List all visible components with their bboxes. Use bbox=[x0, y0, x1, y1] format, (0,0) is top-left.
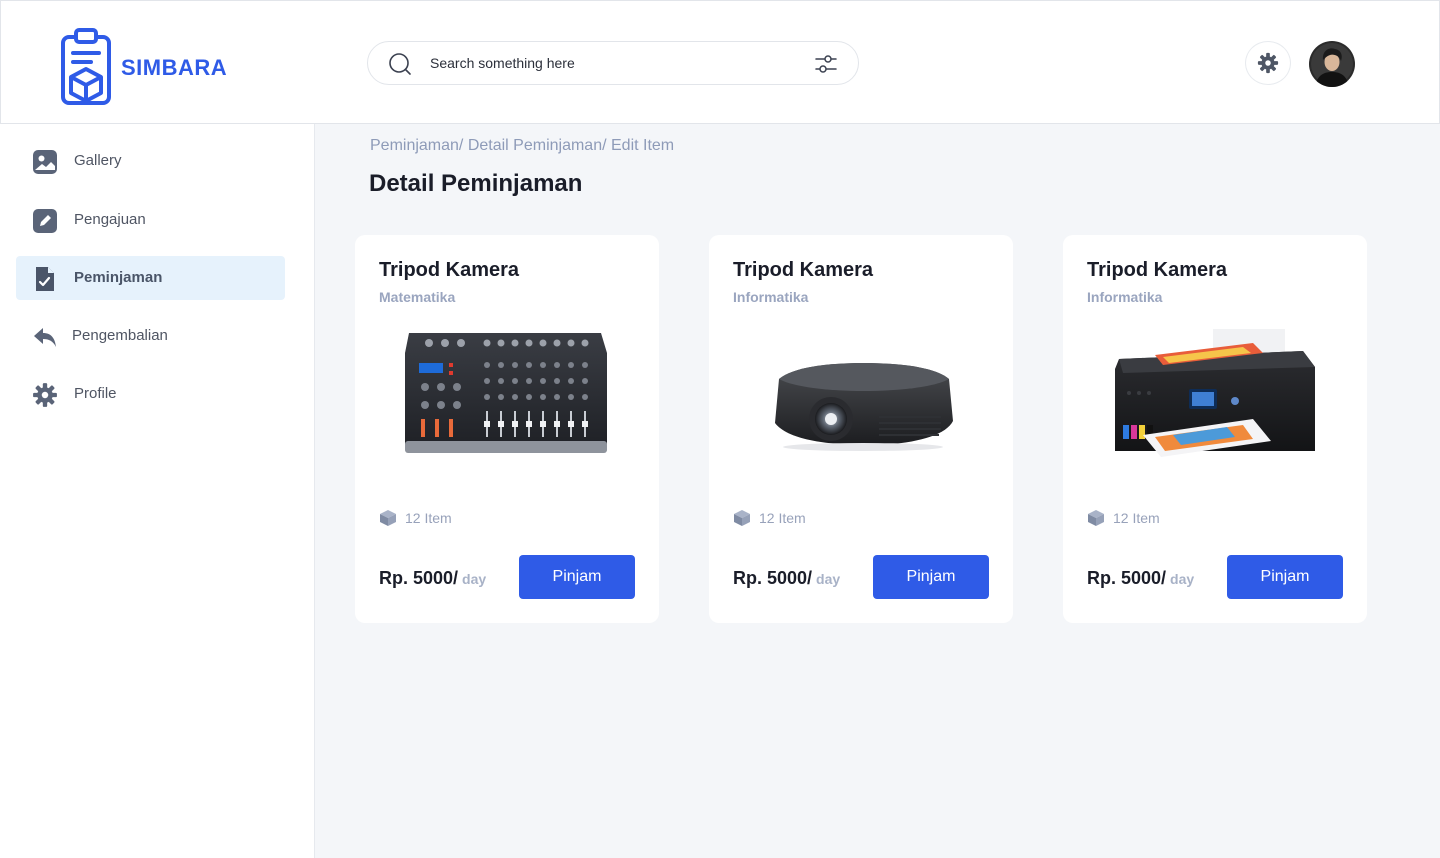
sidebar-item-label: Pengajuan bbox=[74, 211, 146, 228]
clipboard-box-logo-icon bbox=[61, 28, 111, 105]
price: Rp. 5000/day bbox=[733, 568, 840, 589]
sidebar-item-label: Peminjaman bbox=[74, 269, 163, 286]
price: Rp. 5000/day bbox=[1087, 568, 1194, 589]
user-photo-icon bbox=[1309, 41, 1355, 87]
top-header: SIMBARA bbox=[0, 0, 1440, 124]
box-icon bbox=[734, 510, 750, 526]
item-title: Tripod Kamera bbox=[1087, 259, 1228, 281]
price-unit: day bbox=[816, 571, 841, 587]
reply-icon bbox=[34, 328, 56, 347]
stock-label: 12 Item bbox=[405, 510, 452, 526]
item-card: Tripod Kamera Informatika 12 Item Rp. 50… bbox=[709, 235, 1013, 623]
sidebar-item-pengembalian[interactable]: Pengembalian bbox=[16, 314, 285, 358]
sidebar-item-label: Pengembalian bbox=[72, 327, 168, 344]
projector-image bbox=[775, 363, 953, 451]
gear-icon bbox=[33, 383, 57, 407]
sidebar: Gallery Pengajuan Peminjaman Pengembalia… bbox=[0, 124, 315, 858]
item-category: Informatika bbox=[733, 289, 809, 305]
sidebar-item-gallery[interactable]: Gallery bbox=[16, 139, 285, 183]
price-value: Rp. 5000/ bbox=[733, 568, 813, 588]
sidebar-item-peminjaman[interactable]: Peminjaman bbox=[16, 256, 285, 300]
price-unit: day bbox=[462, 571, 487, 587]
breadcrumb[interactable]: Peminjaman/ Detail Peminjaman/ Edit Item bbox=[370, 137, 674, 155]
user-avatar[interactable] bbox=[1309, 41, 1355, 87]
image-icon bbox=[33, 150, 57, 174]
sidebar-item-label: Profile bbox=[74, 385, 117, 402]
search-icon bbox=[389, 53, 411, 75]
item-category: Informatika bbox=[1087, 289, 1163, 305]
price: Rp. 5000/day bbox=[379, 568, 486, 589]
edit-icon bbox=[33, 209, 57, 233]
price-value: Rp. 5000/ bbox=[1087, 568, 1167, 588]
pinjam-button[interactable]: Pinjam bbox=[519, 555, 635, 599]
sidebar-item-profile[interactable]: Profile bbox=[16, 372, 285, 416]
printer-image bbox=[1115, 329, 1315, 457]
item-card: Tripod Kamera Informatika 12 Item Rp. 50… bbox=[1063, 235, 1367, 623]
pinjam-button[interactable]: Pinjam bbox=[1227, 555, 1343, 599]
stock-info: 12 Item bbox=[379, 509, 452, 527]
stock-info: 12 Item bbox=[733, 509, 806, 527]
box-icon bbox=[380, 510, 396, 526]
gear-icon bbox=[1257, 52, 1279, 74]
item-category: Matematika bbox=[379, 289, 456, 305]
filter-sliders-icon[interactable] bbox=[814, 52, 838, 76]
sidebar-item-label: Gallery bbox=[74, 152, 122, 169]
app-logo[interactable]: SIMBARA bbox=[59, 27, 227, 107]
search-bar[interactable] bbox=[367, 41, 859, 85]
item-title: Tripod Kamera bbox=[733, 259, 874, 281]
audio-mixer-image bbox=[405, 333, 607, 453]
pinjam-button[interactable]: Pinjam bbox=[873, 555, 989, 599]
stock-info: 12 Item bbox=[1087, 509, 1160, 527]
settings-button[interactable] bbox=[1245, 41, 1291, 85]
stock-label: 12 Item bbox=[759, 510, 806, 526]
app-name: SIMBARA bbox=[121, 55, 228, 80]
item-card: Tripod Kamera Matematika 12 Item Rp. 500… bbox=[355, 235, 659, 623]
stock-label: 12 Item bbox=[1113, 510, 1160, 526]
page-title: Detail Peminjaman bbox=[369, 170, 583, 197]
item-title: Tripod Kamera bbox=[379, 259, 520, 281]
document-check-icon bbox=[36, 267, 54, 291]
box-icon bbox=[1088, 510, 1104, 526]
sidebar-item-pengajuan[interactable]: Pengajuan bbox=[16, 198, 285, 242]
search-input[interactable] bbox=[430, 50, 790, 76]
price-value: Rp. 5000/ bbox=[379, 568, 459, 588]
price-unit: day bbox=[1170, 571, 1195, 587]
